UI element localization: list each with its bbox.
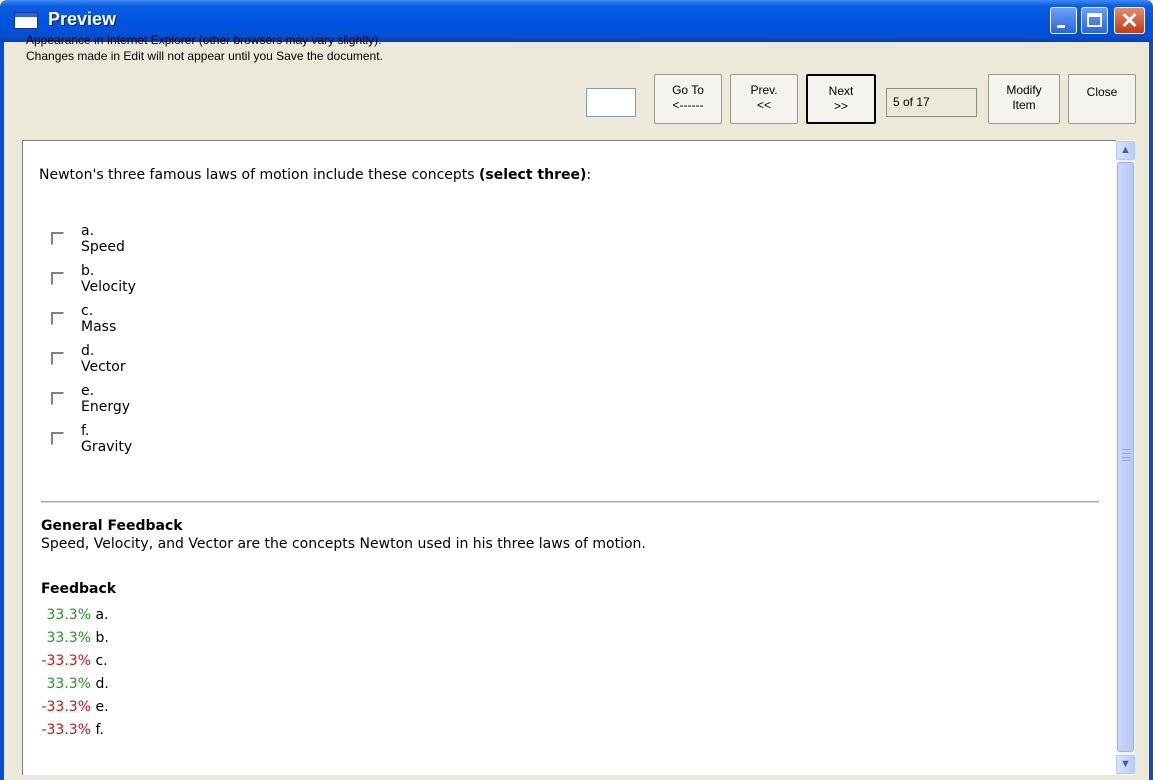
close-button[interactable]: Close [1068, 74, 1136, 124]
close-label: Close [1086, 85, 1118, 99]
preview-content: Newton's three famous laws of motion inc… [22, 140, 1116, 775]
maximize-button[interactable] [1081, 7, 1108, 34]
goto-arrow: <------ [672, 98, 704, 112]
window-frame-left [0, 42, 4, 780]
next-button[interactable]: Next >> [806, 74, 876, 124]
question-prompt: Newton's three famous laws of motion inc… [39, 167, 591, 183]
scroll-down-button[interactable]: ▼ [1116, 755, 1135, 774]
notice-line-1: Appearance in Internet Explorer (other b… [26, 33, 382, 47]
scroll-up-button[interactable]: ▲ [1116, 141, 1135, 160]
feedback-row: 33.3% d. [41, 676, 109, 699]
item-counter: 5 of 17 [886, 88, 977, 117]
next-label: Next [828, 84, 854, 98]
option-label: d. Vector [81, 343, 126, 375]
vertical-scrollbar[interactable]: ▲ ▼ [1116, 140, 1135, 775]
feedback-letter: c. [95, 653, 108, 669]
preview-notice: Appearance in Internet Explorer (other b… [26, 32, 383, 64]
feedback-row: 33.3% a. [41, 607, 109, 630]
modify-label: Modify [1006, 83, 1042, 97]
option-checkbox[interactable] [51, 392, 64, 405]
feedback-letter: a. [95, 607, 109, 623]
goto-button[interactable]: Go To <------ [654, 74, 722, 124]
window-title: Preview [48, 9, 117, 29]
option-checkbox[interactable] [51, 272, 64, 285]
item-label: Item [1012, 98, 1036, 112]
close-icon: ✕ [1120, 8, 1139, 33]
feedback-letter: b. [95, 630, 109, 646]
divider [41, 501, 1099, 503]
option-checkbox[interactable] [51, 312, 64, 325]
general-feedback-text: Speed, Velocity, and Vector are the conc… [41, 536, 646, 552]
option-checkbox[interactable] [51, 352, 64, 365]
question-text: Newton's three famous laws of motion inc… [39, 167, 480, 183]
feedback-value: -33.3% [41, 699, 91, 715]
feedback-value: -33.3% [41, 653, 91, 669]
question-suffix: : [586, 167, 592, 183]
feedback-title: Feedback [41, 581, 117, 597]
option-label: c. Mass [81, 303, 117, 335]
prev-label: Prev. [750, 83, 778, 97]
feedback-value: 33.3% [46, 607, 91, 623]
option-label: e. Energy [81, 383, 131, 415]
notice-line-2: Changes made in Edit will not appear unt… [26, 49, 383, 63]
general-feedback-title: General Feedback [41, 518, 183, 534]
minimize-icon [1057, 25, 1065, 28]
grip-icon [1122, 449, 1130, 461]
question-emphasis: (select three) [479, 167, 587, 183]
minimize-button[interactable] [1050, 7, 1077, 34]
prev-arrow: << [756, 98, 771, 112]
feedback-list: 33.3% a. 33.3% b. -33.3% c. 33.3% d. -33… [41, 607, 109, 745]
prev-button[interactable]: Prev. << [730, 74, 798, 124]
scroll-thumb[interactable] [1117, 162, 1134, 752]
feedback-row: 33.3% b. [41, 630, 109, 653]
feedback-letter: e. [95, 699, 109, 715]
option-label: b. Velocity [81, 263, 136, 295]
feedback-letter: d. [95, 676, 109, 692]
window-frame-right [1149, 42, 1153, 780]
option-checkbox[interactable] [51, 432, 64, 445]
feedback-letter: f. [95, 722, 104, 738]
feedback-row: -33.3% f. [41, 722, 109, 745]
goto-label: Go To [672, 83, 704, 97]
feedback-value: 33.3% [46, 630, 91, 646]
close-window-button[interactable]: ✕ [1114, 7, 1145, 34]
option-label: f. Gravity [81, 423, 133, 455]
feedback-row: -33.3% c. [41, 653, 109, 676]
feedback-row: -33.3% e. [41, 699, 109, 722]
goto-input[interactable] [586, 88, 636, 117]
maximize-icon [1087, 13, 1102, 27]
feedback-value: -33.3% [41, 722, 91, 738]
option-checkbox[interactable] [51, 232, 64, 245]
scroll-up-icon: ▲ [1120, 144, 1131, 156]
feedback-value: 33.3% [46, 676, 91, 692]
window-icon [14, 12, 38, 29]
modify-item-button[interactable]: Modify Item [988, 74, 1060, 124]
next-arrow: >> [833, 99, 848, 113]
scroll-down-icon: ▼ [1120, 758, 1131, 770]
option-label: a. Speed [81, 223, 125, 255]
